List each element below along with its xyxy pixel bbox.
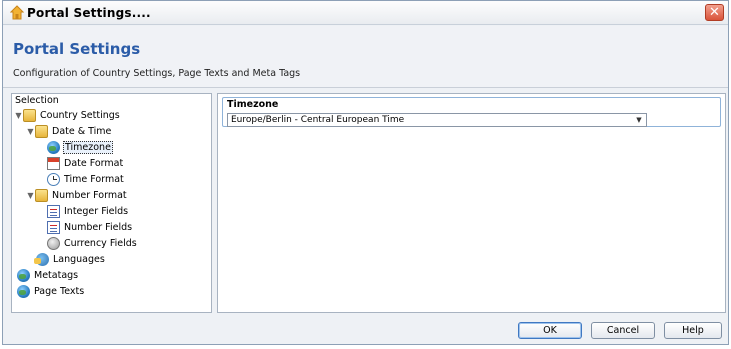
tree-item-label: Integer Fields [64, 206, 129, 217]
tree-item-country-settings[interactable]: ▼ Country Settings [14, 108, 121, 123]
button-bar: OK Cancel Help [3, 313, 728, 345]
globe-icon [17, 269, 30, 282]
timezone-select[interactable]: Europe/Berlin - Central European Time ▼ [227, 113, 647, 127]
timezone-value: Europe/Berlin - Central European Time [231, 115, 405, 125]
tree-item-label: Timezone [63, 141, 113, 154]
tree-item-currency-fields[interactable]: Currency Fields [47, 236, 138, 251]
help-button[interactable]: Help [664, 322, 722, 339]
chevron-down-icon[interactable]: ▼ [633, 115, 645, 125]
tree-item-time-format[interactable]: Time Format [47, 172, 125, 187]
dialog-header: Portal Settings Configuration of Country… [3, 26, 728, 88]
tree-item-label: Date Format [64, 158, 124, 169]
portal-settings-window: Portal Settings.... ✕ Portal Settings Co… [2, 0, 729, 345]
cancel-button[interactable]: Cancel [591, 322, 655, 339]
selection-title: Selection [15, 95, 59, 106]
selection-panel: Selection ▼ Country Settings ▼ Date & Ti… [11, 93, 212, 313]
settings-detail-panel: Timezone Europe/Berlin - Central Europea… [217, 93, 726, 313]
tree-item-languages[interactable]: Languages [34, 252, 106, 267]
globe-icon [47, 141, 60, 154]
tree-item-number-fields[interactable]: Number Fields [47, 220, 133, 235]
calendar-icon [47, 157, 60, 170]
page-title: Portal Settings [13, 40, 141, 58]
globe-icon [17, 285, 30, 298]
collapse-arrow-icon[interactable]: ▼ [26, 127, 35, 136]
tree-item-date-time[interactable]: ▼ Date & Time [26, 124, 112, 139]
tree-item-label: Currency Fields [64, 238, 137, 249]
tree-item-label: Page Texts [34, 286, 85, 297]
page-subtitle: Configuration of Country Settings, Page … [13, 68, 301, 79]
coin-icon [47, 237, 60, 250]
timezone-group: Timezone Europe/Berlin - Central Europea… [222, 97, 721, 127]
tree-item-number-format[interactable]: ▼ Number Format [26, 188, 128, 203]
tree-item-label: Number Format [52, 190, 127, 201]
clock-icon [47, 173, 60, 186]
tree-item-label: Metatags [34, 270, 79, 281]
tree-item-integer-fields[interactable]: Integer Fields [47, 204, 129, 219]
folder-icon [23, 109, 36, 122]
home-icon [10, 5, 24, 20]
tree-item-label: Number Fields [64, 222, 133, 233]
folder-icon [35, 189, 48, 202]
folder-icon [35, 125, 48, 138]
title-bar[interactable]: Portal Settings.... ✕ [3, 1, 728, 25]
tree-item-label: Languages [53, 254, 105, 265]
tree-item-metatags[interactable]: Metatags [17, 268, 79, 283]
tree-item-date-format[interactable]: Date Format [47, 156, 124, 171]
tree-item-label: Time Format [64, 174, 124, 185]
close-button[interactable]: ✕ [705, 4, 724, 21]
collapse-arrow-icon[interactable]: ▼ [14, 111, 23, 120]
tree-item-page-texts[interactable]: Page Texts [17, 284, 85, 299]
close-icon: ✕ [709, 5, 720, 20]
timezone-label: Timezone [227, 99, 279, 110]
document-icon [47, 205, 60, 218]
ok-button[interactable]: OK [518, 322, 582, 339]
document-icon [47, 221, 60, 234]
collapse-arrow-icon[interactable]: ▼ [26, 191, 35, 200]
tree-item-label: Date & Time [52, 126, 112, 137]
tree-item-timezone[interactable]: Timezone [47, 140, 113, 155]
window-title: Portal Settings.... [27, 6, 151, 20]
language-icon [34, 253, 49, 266]
tree-item-label: Country Settings [40, 110, 120, 121]
